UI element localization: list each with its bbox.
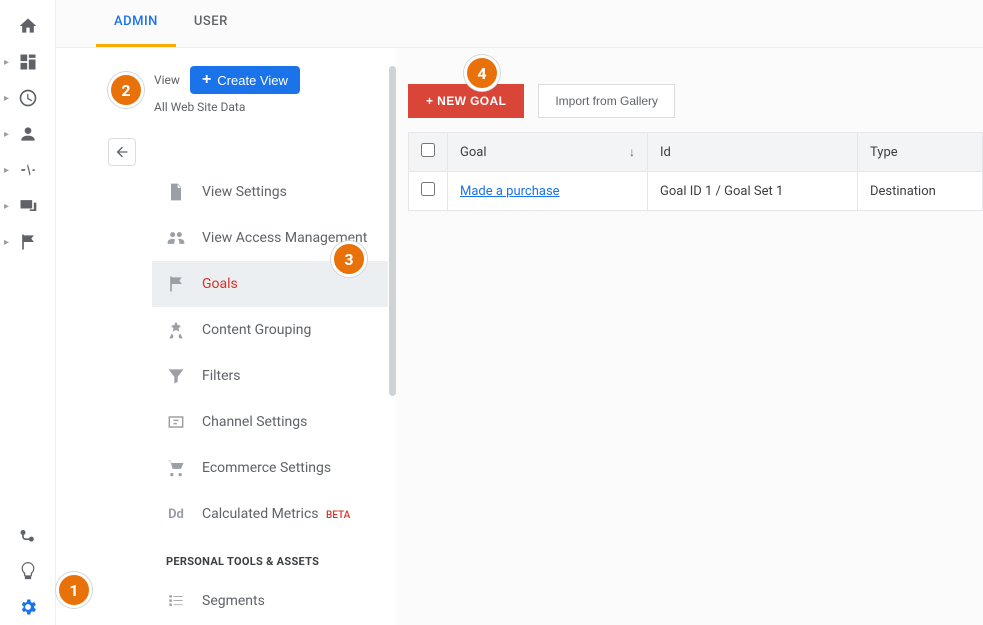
goal-name-link[interactable]: Made a purchase <box>460 184 560 199</box>
menu-channel-settings[interactable]: Channel Settings <box>152 399 388 445</box>
arrow-left-icon <box>114 144 130 160</box>
flow-icon <box>18 160 38 180</box>
caret-icon: ▸ <box>4 93 9 104</box>
content-icon <box>166 320 186 340</box>
new-goal-button[interactable]: + NEW GOAL <box>408 84 524 118</box>
menu-label: Channel Settings <box>202 414 307 430</box>
rail-behavior[interactable]: ▸ <box>0 188 55 224</box>
select-all-cell <box>409 133 448 172</box>
lightbulb-icon <box>18 561 38 581</box>
col-type[interactable]: Type <box>858 133 983 172</box>
view-subtitle: All Web Site Data <box>154 100 388 114</box>
rail-attribution[interactable] <box>0 517 55 553</box>
caret-icon: ▸ <box>4 57 9 68</box>
menu-content-grouping[interactable]: Content Grouping <box>152 307 388 353</box>
rail-conversions[interactable]: ▸ <box>0 224 55 260</box>
col-id[interactable]: Id <box>648 133 858 172</box>
file-icon <box>166 182 186 202</box>
person-icon <box>18 124 38 144</box>
rail-discover[interactable] <box>0 553 55 589</box>
home-icon <box>18 16 38 36</box>
menu-label: Goals <box>202 276 238 292</box>
view-label: View <box>154 73 180 87</box>
callout-2: 2 <box>108 72 144 108</box>
caret-icon: ▸ <box>4 165 9 176</box>
left-navigation-rail: ▸ ▸ ▸ ▸ ▸ ▸ <box>0 0 56 625</box>
rail-realtime[interactable]: ▸ <box>0 80 55 116</box>
menu-label: Calculated Metrics BETA <box>202 506 350 522</box>
rail-customization[interactable]: ▸ <box>0 44 55 80</box>
menu-label: Ecommerce Settings <box>202 460 331 476</box>
select-all-checkbox[interactable] <box>421 143 435 157</box>
caret-icon: ▸ <box>4 129 9 140</box>
flag-icon <box>166 274 186 294</box>
create-view-button[interactable]: + Create View <box>190 66 300 94</box>
menu-filters[interactable]: Filters <box>152 353 388 399</box>
cart-icon <box>166 458 186 478</box>
caret-icon: ▸ <box>4 201 9 212</box>
menu-segments[interactable]: Segments <box>152 578 388 624</box>
col-goal[interactable]: Goal ↓ <box>448 133 648 172</box>
scrollbar[interactable] <box>389 66 396 396</box>
view-menu: View Settings View Access Management Goa… <box>152 169 388 624</box>
segments-icon <box>166 591 186 611</box>
goals-toolbar: + NEW GOAL Import from Gallery <box>408 84 983 118</box>
main-area: ADMIN USER View + Create View All Web Si… <box>56 0 983 625</box>
content-row: View + Create View All Web Site Data Vie… <box>56 48 983 625</box>
menu-label: View Settings <box>202 184 287 200</box>
row-checkbox[interactable] <box>421 182 435 196</box>
dashboard-icon <box>18 52 38 72</box>
screens-icon <box>18 196 38 216</box>
channel-icon <box>166 412 186 432</box>
tab-admin[interactable]: ADMIN <box>96 0 176 47</box>
top-tabs: ADMIN USER <box>56 0 983 48</box>
beta-badge: BETA <box>326 510 350 521</box>
callout-4: 4 <box>464 55 500 91</box>
import-gallery-button[interactable]: Import from Gallery <box>538 84 675 118</box>
rail-admin[interactable] <box>0 589 55 625</box>
menu-ecommerce[interactable]: Ecommerce Settings <box>152 445 388 491</box>
callout-3: 3 <box>331 241 367 277</box>
goal-id-cell: Goal ID 1 / Goal Set 1 <box>648 172 858 211</box>
path-icon <box>18 525 38 545</box>
sort-arrow-icon: ↓ <box>629 145 635 159</box>
clock-icon <box>18 88 38 108</box>
back-arrow-button[interactable] <box>108 138 136 166</box>
callout-1: 1 <box>56 572 92 608</box>
caret-icon: ▸ <box>4 237 9 248</box>
admin-column: View + Create View All Web Site Data Vie… <box>56 48 396 625</box>
menu-label: Content Grouping <box>202 322 311 338</box>
rail-home[interactable] <box>0 8 55 44</box>
table-row: Made a purchase Goal ID 1 / Goal Set 1 D… <box>409 172 983 211</box>
group-icon <box>166 228 186 248</box>
calc-metrics-text: Calculated Metrics <box>202 506 319 522</box>
col-goal-label: Goal <box>460 145 487 160</box>
goals-panel: + NEW GOAL Import from Gallery Goal ↓ Id <box>396 48 983 625</box>
gear-icon <box>18 597 38 617</box>
plus-icon: + <box>202 72 211 88</box>
menu-calculated-metrics[interactable]: Dd Calculated Metrics BETA <box>152 491 388 537</box>
tab-user[interactable]: USER <box>176 0 246 47</box>
funnel-icon <box>166 366 186 386</box>
flag-icon <box>18 232 38 252</box>
goals-table: Goal ↓ Id Type Made a purchase Goal ID 1… <box>408 132 983 211</box>
section-personal-tools: PERSONAL TOOLS & ASSETS <box>152 537 388 578</box>
rail-audience[interactable]: ▸ <box>0 116 55 152</box>
rail-acquisition[interactable]: ▸ <box>0 152 55 188</box>
goal-type-cell: Destination <box>858 172 983 211</box>
dd-icon: Dd <box>166 504 186 524</box>
menu-label: Segments <box>202 593 265 609</box>
menu-label: Filters <box>202 368 241 384</box>
create-view-label: Create View <box>217 73 288 88</box>
menu-view-settings[interactable]: View Settings <box>152 169 388 215</box>
